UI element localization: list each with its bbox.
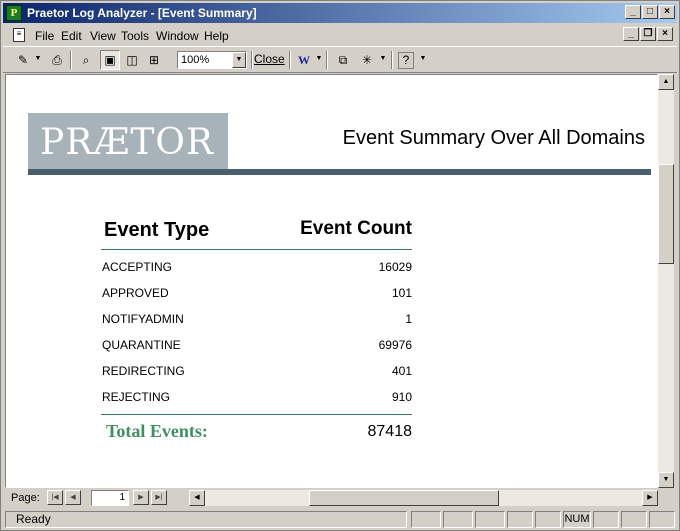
print-icon[interactable]: ⎙ [47,50,67,70]
event-count-cell: 16029 [378,260,412,274]
event-type-cell: REJECTING [102,390,171,404]
horizontal-scrollbar[interactable]: ◀ ▶ [189,490,658,506]
status-panel [593,511,619,528]
status-text: Ready [5,511,407,528]
event-count-cell: 1 [405,312,412,326]
menu-file[interactable]: File [35,29,54,43]
praetor-app-icon[interactable]: P [6,5,22,21]
menu-window[interactable]: Window [156,29,199,43]
toolbar: ✎ ▼ ⎙ ⌕ ▣ ◫ ⊞ 100% ▼ Close W ▼ ⧉ ✳ ▼ ? ▼ [3,46,677,73]
status-panel [535,511,561,528]
event-type-cell: QUARANTINE [102,338,181,352]
report-preview[interactable]: PRÆTOR Event Summary Over All Domains Ev… [5,74,658,488]
first-page-icon[interactable]: |◀ [47,490,63,505]
multiple-pages-icon[interactable]: ⊞ [144,50,164,70]
table-row: REDIRECTING 401 [102,364,412,390]
status-panel [507,511,533,528]
toolbar-separator [289,51,291,69]
status-bar: Ready NUM [3,509,677,529]
table-row: REJECTING 910 [102,390,412,416]
menu-help[interactable]: Help [204,29,229,43]
menu-edit[interactable]: Edit [61,29,82,43]
app-window: P Praetor Log Analyzer - [Event Summary]… [0,0,680,531]
scroll-left-icon[interactable]: ◀ [189,490,205,506]
page-label: Page: [11,492,40,504]
new-object-icon[interactable]: ✳ [357,50,377,70]
column-header-event-count: Event Count [300,218,412,239]
footer-rule [101,414,412,415]
status-panel [649,511,675,528]
design-dropdown-icon[interactable]: ▼ [34,50,42,70]
page-navigator: Page: |◀ ◀ 1 ▶ ▶| ◀ ▶ [5,489,658,507]
horizontal-scroll-thumb[interactable] [309,490,499,506]
two-pages-icon[interactable]: ◫ [122,50,142,70]
menu-view[interactable]: View [90,29,116,43]
previous-page-icon[interactable]: ◀ [65,490,81,505]
close-preview-button[interactable]: Close [254,50,285,70]
total-events-label: Total Events: [106,421,208,441]
num-lock-indicator: NUM [563,511,591,528]
header-divider-bar [28,169,651,175]
status-panel [443,511,473,528]
zoom-magnifier-icon[interactable]: ⌕ [76,50,96,70]
praetor-logo: PRÆTOR [28,113,228,169]
doc-restore-button[interactable]: ❐ [640,27,656,41]
zoom-value: 100% [181,54,210,66]
window-title: Praetor Log Analyzer - [Event Summary] [27,6,257,20]
event-type-cell: ACCEPTING [102,260,173,274]
zoom-select[interactable]: 100% ▼ [177,51,247,69]
table-row: APPROVED 101 [102,286,412,312]
word-export-icon[interactable]: W [294,50,314,70]
close-window-button[interactable]: × [659,5,675,19]
document-icon[interactable]: ≡ [13,28,25,42]
title-bar[interactable]: P Praetor Log Analyzer - [Event Summary]… [3,3,677,23]
maximize-button[interactable]: □ [642,5,658,19]
header-rule [101,249,412,250]
toolbar-separator [70,51,72,69]
page-number-input[interactable]: 1 [91,490,129,506]
doc-close-button[interactable]: × [657,27,673,41]
menu-bar: ≡ File Edit View Tools Window Help _ ❐ × [3,25,677,45]
scroll-right-icon[interactable]: ▶ [642,490,658,506]
report-title: Event Summary Over All Domains [342,127,645,149]
database-window-icon[interactable]: ⧉ [333,50,353,70]
chevron-down-icon[interactable]: ▼ [232,52,246,68]
event-count-cell: 69976 [378,338,412,352]
status-panel [475,511,505,528]
event-count-cell: 910 [391,390,412,404]
toolbar-separator [251,51,253,69]
status-panel [411,511,441,528]
one-page-icon[interactable]: ▣ [100,50,120,70]
export-dropdown-icon[interactable]: ▼ [315,50,323,70]
toolbar-separator [326,51,328,69]
toolbar-separator [391,51,393,69]
vertical-scrollbar[interactable]: ▲ ▼ [658,74,674,488]
next-page-icon[interactable]: ▶ [133,490,149,505]
event-type-cell: NOTIFYADMIN [102,312,184,326]
event-count-cell: 401 [391,364,412,378]
table-row: ACCEPTING 16029 [102,260,412,286]
doc-minimize-button[interactable]: _ [623,27,639,41]
total-events-value: 87418 [367,423,413,440]
event-type-cell: REDIRECTING [102,364,185,378]
scroll-up-icon[interactable]: ▲ [658,74,674,90]
menu-tools[interactable]: Tools [121,29,149,43]
event-type-cell: APPROVED [102,286,169,300]
last-page-icon[interactable]: ▶| [151,490,167,505]
new-object-dropdown-icon[interactable]: ▼ [379,50,387,70]
table-row: NOTIFYADMIN 1 [102,312,412,338]
column-header-event-type: Event Type [104,219,210,241]
minimize-button[interactable]: _ [625,5,641,19]
table-row: QUARANTINE 69976 [102,338,412,364]
status-panel [621,511,647,528]
help-icon[interactable]: ? [398,52,414,69]
vertical-scroll-thumb[interactable] [658,164,674,264]
help-dropdown-icon[interactable]: ▼ [419,50,427,70]
event-count-cell: 101 [391,286,412,300]
design-icon[interactable]: ✎ [13,50,33,70]
scroll-down-icon[interactable]: ▼ [658,472,674,488]
